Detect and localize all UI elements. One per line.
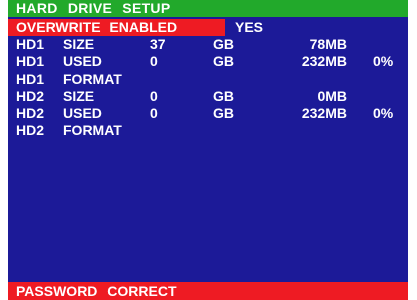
hd1-size-row: HD1 SIZE 37 GB 78MB (8, 36, 408, 53)
format-action[interactable]: FORMAT (63, 122, 122, 139)
page-title: HARD DRIVE SETUP (16, 0, 171, 16)
osd-screen: HARD DRIVE SETUP OVERWRITE ENABLED YES H… (8, 0, 408, 300)
gb-unit: GB (213, 53, 234, 69)
gb-unit: GB (213, 105, 234, 121)
title-bar: HARD DRIVE SETUP (8, 0, 408, 17)
drive-label: HD1 (16, 36, 45, 52)
field-label: SIZE (63, 36, 95, 52)
drive-label: HD2 (16, 122, 45, 138)
percent-value: 0% (373, 53, 394, 69)
gb-unit: GB (213, 88, 234, 104)
field-label: USED (63, 53, 102, 69)
gb-value: 0 (150, 53, 158, 69)
hd2-format-row[interactable]: HD2 FORMAT (8, 122, 408, 139)
hd1-format-row[interactable]: HD1 FORMAT (8, 71, 408, 88)
gb-unit: GB (213, 36, 234, 52)
overwrite-label: OVERWRITE ENABLED (16, 19, 178, 35)
hd2-used-row: HD2 USED 0 GB 232MB 0% (8, 105, 408, 122)
gb-value: 0 (150, 88, 158, 104)
mb-value: 0MB (317, 88, 347, 104)
mb-value: 232MB (301, 105, 347, 121)
gb-value: 0 (150, 105, 158, 121)
format-action[interactable]: FORMAT (63, 71, 122, 88)
gb-value: 37 (150, 36, 166, 52)
drive-label: HD2 (16, 105, 45, 121)
mb-value: 232MB (301, 53, 347, 69)
overwrite-value[interactable]: YES (235, 19, 263, 36)
status-message: PASSWORD CORRECT (16, 283, 177, 299)
percent-value: 0% (373, 105, 394, 121)
field-label: USED (63, 105, 102, 121)
hd2-size-row: HD2 SIZE 0 GB 0MB (8, 88, 408, 105)
status-bar: PASSWORD CORRECT (8, 282, 408, 300)
mb-value: 78MB (309, 36, 347, 52)
drive-label: HD1 (16, 71, 45, 87)
drive-label: HD1 (16, 53, 45, 69)
drive-label: HD2 (16, 88, 45, 104)
field-label: SIZE (63, 88, 95, 104)
overwrite-row[interactable]: OVERWRITE ENABLED YES (8, 19, 408, 36)
hd1-used-row: HD1 USED 0 GB 232MB 0% (8, 53, 408, 70)
